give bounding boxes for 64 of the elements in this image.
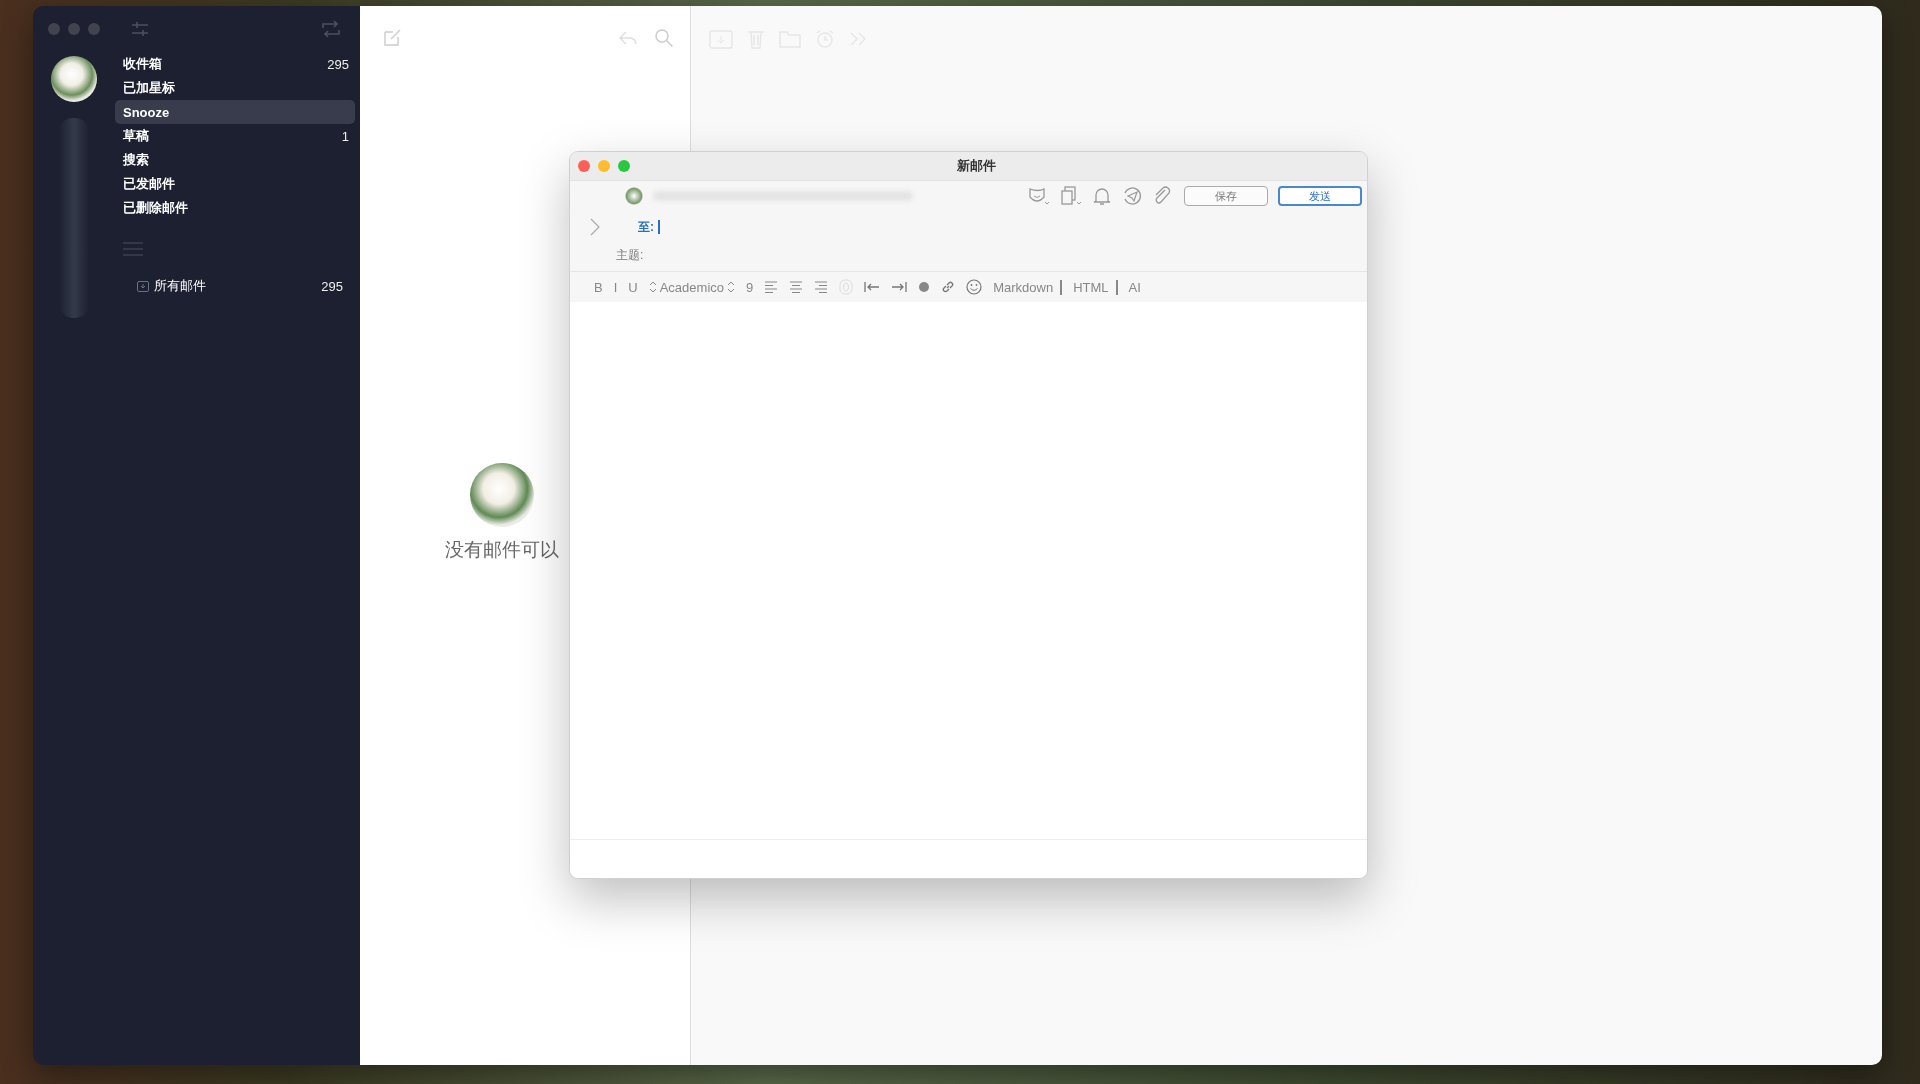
align-center-icon[interactable] (789, 281, 804, 293)
minimize-button[interactable] (598, 160, 610, 172)
mailbox-item[interactable]: 搜索 (115, 148, 355, 172)
zoom-button[interactable] (618, 160, 630, 172)
mailbox-label: 已加星标 (123, 79, 176, 97)
sliders-icon[interactable] (130, 19, 150, 39)
mailbox-label: 草稿 (123, 127, 150, 145)
empty-message: 没有邮件可以 (445, 538, 559, 562)
folder-count: 295 (321, 278, 343, 294)
sender-avatar (625, 187, 643, 205)
indent-icon[interactable] (891, 281, 908, 293)
color-dot-icon[interactable] (918, 281, 931, 293)
mailbox-label: 搜索 (123, 151, 150, 169)
bell-icon[interactable] (1092, 186, 1112, 206)
mailbox-label: 已发邮件 (123, 175, 176, 193)
align-left-icon[interactable] (764, 281, 779, 293)
mailbox-item[interactable]: 已加星标 (115, 76, 355, 100)
window-title: 新邮件 (956, 157, 997, 175)
format-button[interactable]: B (594, 279, 603, 295)
window-control[interactable] (68, 23, 80, 35)
close-button[interactable] (578, 160, 590, 172)
mailbox-label: 已删除邮件 (123, 199, 189, 217)
outdent-icon[interactable] (864, 281, 881, 293)
editor-mode-button[interactable]: Markdown (993, 279, 1063, 295)
mailbox-label: Snooze (123, 104, 171, 120)
font-picker[interactable]: Academico (659, 279, 724, 295)
editor-mode-button[interactable]: HTML (1073, 279, 1118, 295)
mailbox-item[interactable]: 收件箱 295 (115, 52, 355, 76)
menu-icon[interactable] (123, 242, 143, 256)
documents-icon[interactable] (1060, 186, 1082, 206)
format-button[interactable]: U (628, 279, 638, 295)
window-control[interactable] (48, 23, 60, 35)
tray-icon (137, 280, 149, 292)
chevron-right-icon[interactable] (590, 218, 600, 236)
smiley-icon[interactable] (966, 279, 983, 295)
up-down-icon[interactable] (727, 281, 735, 293)
compose-icon[interactable] (382, 28, 402, 48)
send-later-icon[interactable] (1122, 186, 1142, 206)
mailbox-item[interactable]: 已发邮件 (115, 172, 355, 196)
to-label: 至: (638, 218, 654, 236)
subject-label: 主题: (616, 246, 644, 264)
sync-icon[interactable] (320, 19, 342, 39)
mailbox-item[interactable]: 已删除邮件 (115, 196, 355, 220)
mailbox-item[interactable]: Snooze (115, 100, 355, 124)
search-icon[interactable] (654, 28, 674, 48)
editor-mode-button[interactable]: AI (1128, 279, 1141, 295)
folder-label: 所有邮件 (154, 277, 207, 295)
mailbox-item[interactable]: 草稿 1 (115, 124, 355, 148)
link-icon[interactable] (941, 280, 956, 294)
send-button[interactable]: 发送 (1278, 186, 1362, 206)
save-button[interactable]: 保存 (1184, 186, 1268, 206)
format-button[interactable]: I (613, 279, 618, 295)
mailbox-label: 收件箱 (123, 55, 163, 73)
masks-icon[interactable] (1028, 186, 1050, 206)
font-size[interactable]: 9 (746, 279, 754, 295)
align-right-icon[interactable] (814, 281, 829, 293)
account-avatar[interactable] (51, 56, 97, 102)
text-cursor (658, 220, 660, 234)
message-body-field[interactable] (570, 302, 1367, 840)
window-control[interactable] (88, 23, 100, 35)
folder-item[interactable]: 所有邮件 295 (115, 274, 355, 298)
mailbox-count: 1 (341, 128, 349, 144)
mailbox-count: 295 (327, 56, 349, 72)
up-down-icon[interactable] (648, 281, 657, 293)
